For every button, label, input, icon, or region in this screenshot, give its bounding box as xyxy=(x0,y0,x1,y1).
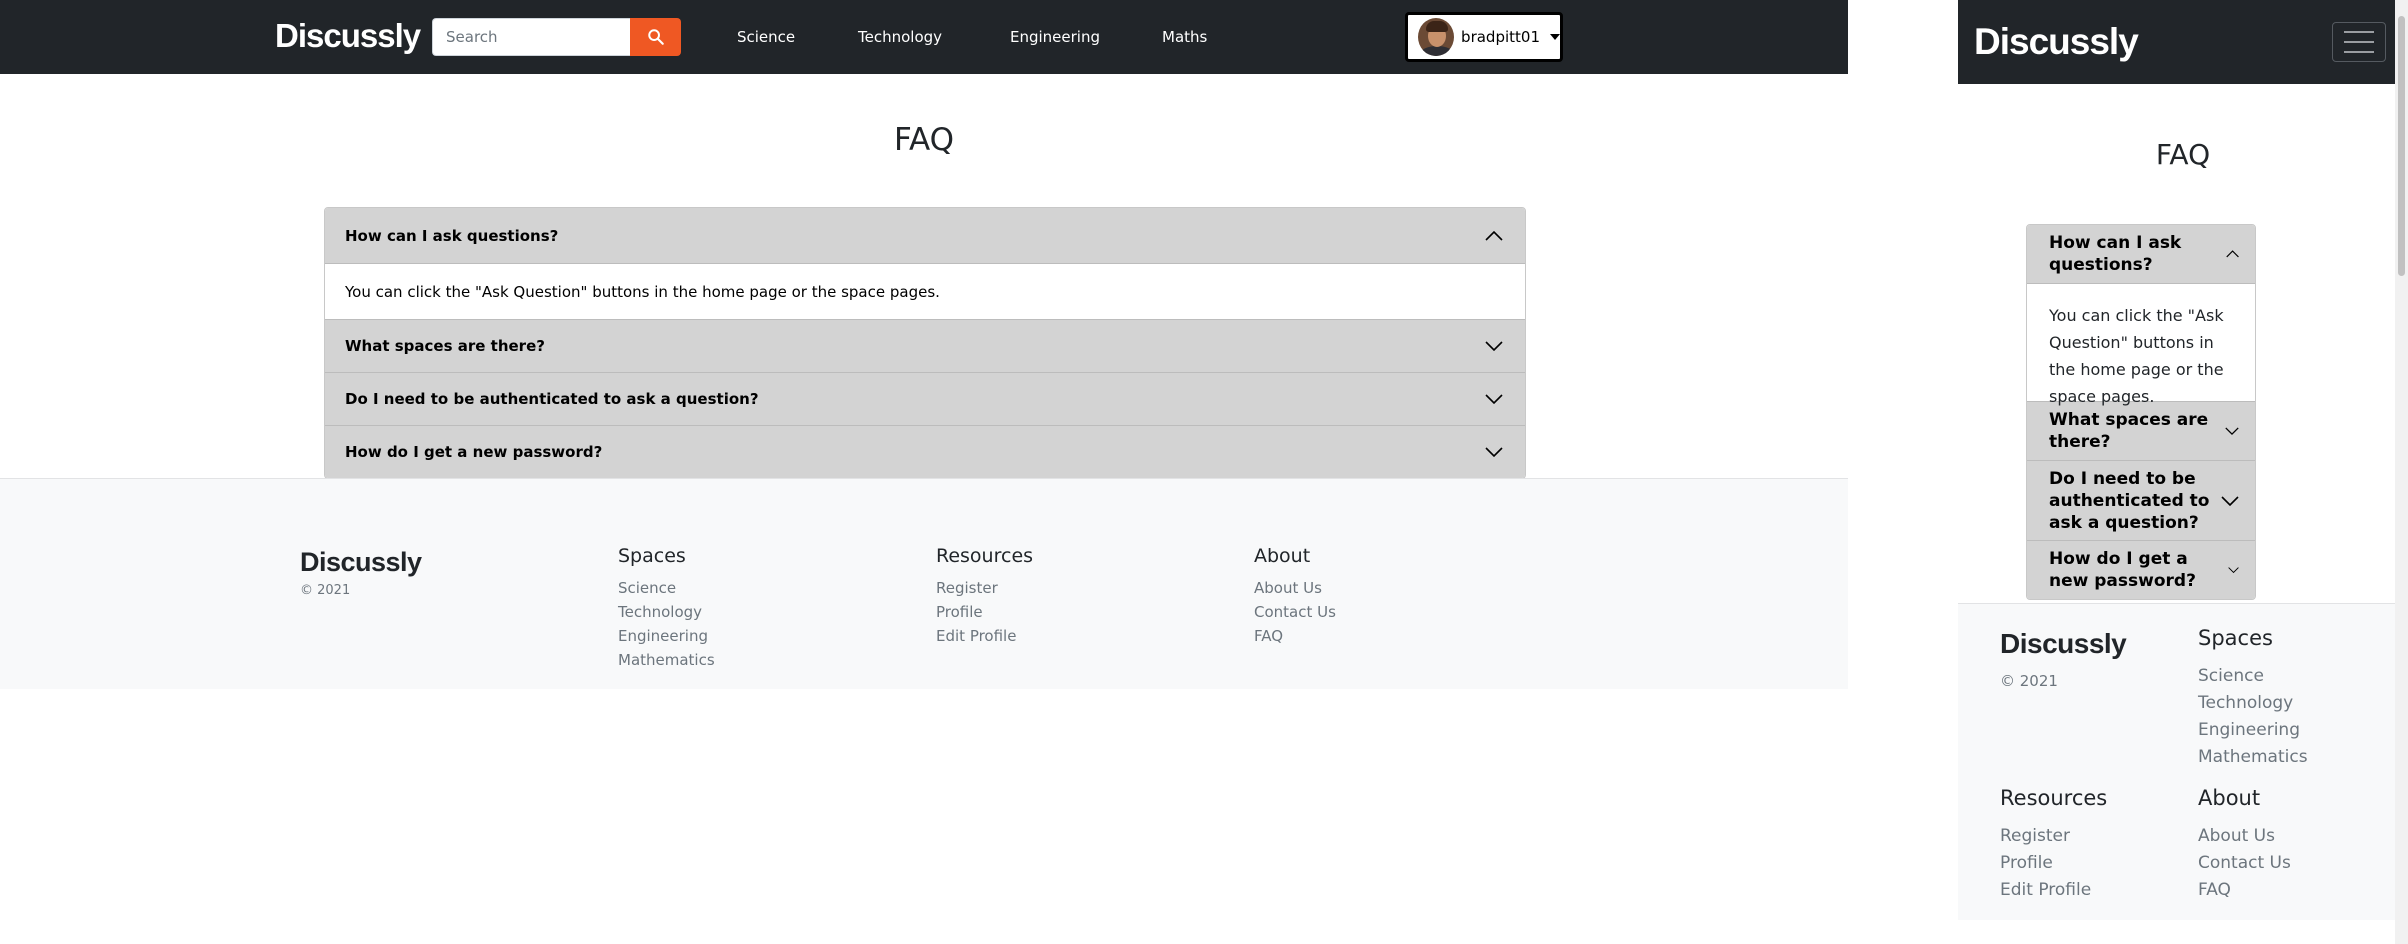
footer-link-faq[interactable]: FAQ xyxy=(1254,627,1283,645)
faq-question-button[interactable]: Do I need to be authenticated to ask a q… xyxy=(2027,461,2255,540)
search-button[interactable] xyxy=(630,18,681,56)
footer-heading-resources: Resources xyxy=(2000,786,2108,810)
footer-brand[interactable]: Discussly xyxy=(300,547,422,578)
footer-link-contact-us[interactable]: Contact Us xyxy=(1254,603,1336,621)
faq-question-button[interactable]: How can I ask questions? xyxy=(325,208,1525,264)
faq-question-button[interactable]: How can I ask questions? xyxy=(2027,225,2255,284)
footer-link-edit-profile[interactable]: Edit Profile xyxy=(2000,880,2091,900)
faq-item: Do I need to be authenticated to ask a q… xyxy=(2027,461,2255,541)
footer-link-mathematics[interactable]: Mathematics xyxy=(2198,747,2308,767)
faq-answer: You can click the "Ask Question" buttons… xyxy=(2027,284,2255,406)
chevron-down-icon xyxy=(2221,495,2239,506)
faq-question-button[interactable]: Do I need to be authenticated to ask a q… xyxy=(325,373,1525,425)
faq-item: Do I need to be authenticated to ask a q… xyxy=(325,373,1525,426)
footer-brand[interactable]: Discussly xyxy=(2000,628,2127,660)
nav-link-science[interactable]: Science xyxy=(737,28,795,46)
faq-question: How can I ask questions? xyxy=(345,226,559,245)
page-title: FAQ xyxy=(893,122,955,158)
nav-link-technology[interactable]: Technology xyxy=(858,28,942,46)
nav-link-engineering[interactable]: Engineering xyxy=(1010,28,1100,46)
footer-link-technology[interactable]: Technology xyxy=(2198,693,2293,713)
footer-link-register[interactable]: Register xyxy=(2000,826,2070,846)
footer: Discussly © 2021 Spaces Science Technolo… xyxy=(0,478,1848,689)
chevron-down-icon xyxy=(1485,447,1503,457)
brand-logo[interactable]: Discussly xyxy=(275,17,421,55)
faq-item: How can I ask questions? You can click t… xyxy=(325,208,1525,320)
faq-question: How can I ask questions? xyxy=(2049,233,2182,275)
faq-question: How do I get a new password? xyxy=(345,443,603,461)
desktop-view: Discussly Science Technology Engineering… xyxy=(0,0,1848,944)
search-form xyxy=(432,18,681,56)
footer-copyright: © 2021 xyxy=(300,583,351,598)
footer-link-engineering[interactable]: Engineering xyxy=(2198,720,2300,740)
faq-question: Do I need to be authenticated to ask a q… xyxy=(345,390,759,408)
faq-question-button[interactable]: How do I get a new password? xyxy=(2027,541,2255,599)
brand-logo[interactable]: Discussly xyxy=(1974,21,2139,63)
chevron-down-icon xyxy=(2225,427,2239,435)
chevron-up-icon xyxy=(2226,250,2239,258)
chevron-down-icon xyxy=(1485,341,1503,351)
footer: Discussly © 2021 Spaces Science Technolo… xyxy=(1958,603,2395,920)
faq-item: How do I get a new password? xyxy=(325,426,1525,478)
chevron-down-icon xyxy=(1485,394,1503,404)
faq-question: How do I get a new password? xyxy=(2049,549,2196,591)
faq-question-button[interactable]: What spaces are there? xyxy=(2027,402,2255,460)
faq-question-button[interactable]: What spaces are there? xyxy=(325,320,1525,372)
footer-link-engineering[interactable]: Engineering xyxy=(618,627,708,645)
hamburger-icon xyxy=(2344,31,2374,33)
page-title: FAQ xyxy=(2155,138,2211,171)
footer-link-contact-us[interactable]: Contact Us xyxy=(2198,853,2291,873)
faq-item: What spaces are there? xyxy=(2027,402,2255,461)
nav-link-maths[interactable]: Maths xyxy=(1162,28,1207,46)
footer-link-science[interactable]: Science xyxy=(618,579,676,597)
menu-toggle-button[interactable] xyxy=(2332,22,2386,62)
navbar: Discussly xyxy=(1958,0,2408,84)
footer-link-profile[interactable]: Profile xyxy=(936,603,983,621)
footer-heading-spaces: Spaces xyxy=(2198,626,2273,650)
chevron-down-icon xyxy=(2228,567,2239,574)
faq-answer: You can click the "Ask Question" buttons… xyxy=(325,264,1525,319)
caret-down-icon xyxy=(1550,34,1560,40)
faq-item: How do I get a new password? xyxy=(2027,541,2255,599)
footer-heading-about: About xyxy=(2198,786,2261,810)
faq-accordion: How can I ask questions? You can click t… xyxy=(2026,224,2256,600)
footer-heading-spaces: Spaces xyxy=(618,545,686,567)
search-input[interactable] xyxy=(432,18,630,56)
user-menu-button[interactable]: bradpitt01 xyxy=(1405,12,1563,62)
footer-heading-about: About xyxy=(1254,545,1311,567)
faq-question: What spaces are there? xyxy=(345,337,545,355)
footer-link-edit-profile[interactable]: Edit Profile xyxy=(936,627,1016,645)
faq-question: Do I need to be authenticated to ask a q… xyxy=(2049,468,2210,533)
faq-item: How can I ask questions? You can click t… xyxy=(2027,225,2255,406)
footer-link-about-us[interactable]: About Us xyxy=(1254,579,1322,597)
footer-heading-resources: Resources xyxy=(936,545,1034,567)
footer-link-technology[interactable]: Technology xyxy=(618,603,702,621)
faq-accordion: How can I ask questions? You can click t… xyxy=(324,207,1526,479)
faq-item: What spaces are there? xyxy=(325,320,1525,373)
footer-link-about-us[interactable]: About Us xyxy=(2198,826,2275,846)
footer-copyright: © 2021 xyxy=(2000,672,2058,690)
scrollbar-thumb[interactable] xyxy=(2398,16,2405,276)
mobile-view: Discussly FAQ How can I ask questions? Y… xyxy=(1958,0,2408,944)
faq-question: What spaces are there? xyxy=(2049,410,2209,452)
footer-link-register[interactable]: Register xyxy=(936,579,998,597)
search-icon xyxy=(647,29,664,45)
username: bradpitt01 xyxy=(1461,28,1540,46)
avatar xyxy=(1418,18,1455,56)
faq-question-button[interactable]: How do I get a new password? xyxy=(325,426,1525,478)
chevron-up-icon xyxy=(1485,230,1503,241)
navbar: Discussly Science Technology Engineering… xyxy=(0,0,1848,74)
footer-link-profile[interactable]: Profile xyxy=(2000,853,2053,873)
footer-link-science[interactable]: Science xyxy=(2198,666,2264,686)
footer-link-faq[interactable]: FAQ xyxy=(2198,880,2231,900)
footer-link-mathematics[interactable]: Mathematics xyxy=(618,651,715,669)
